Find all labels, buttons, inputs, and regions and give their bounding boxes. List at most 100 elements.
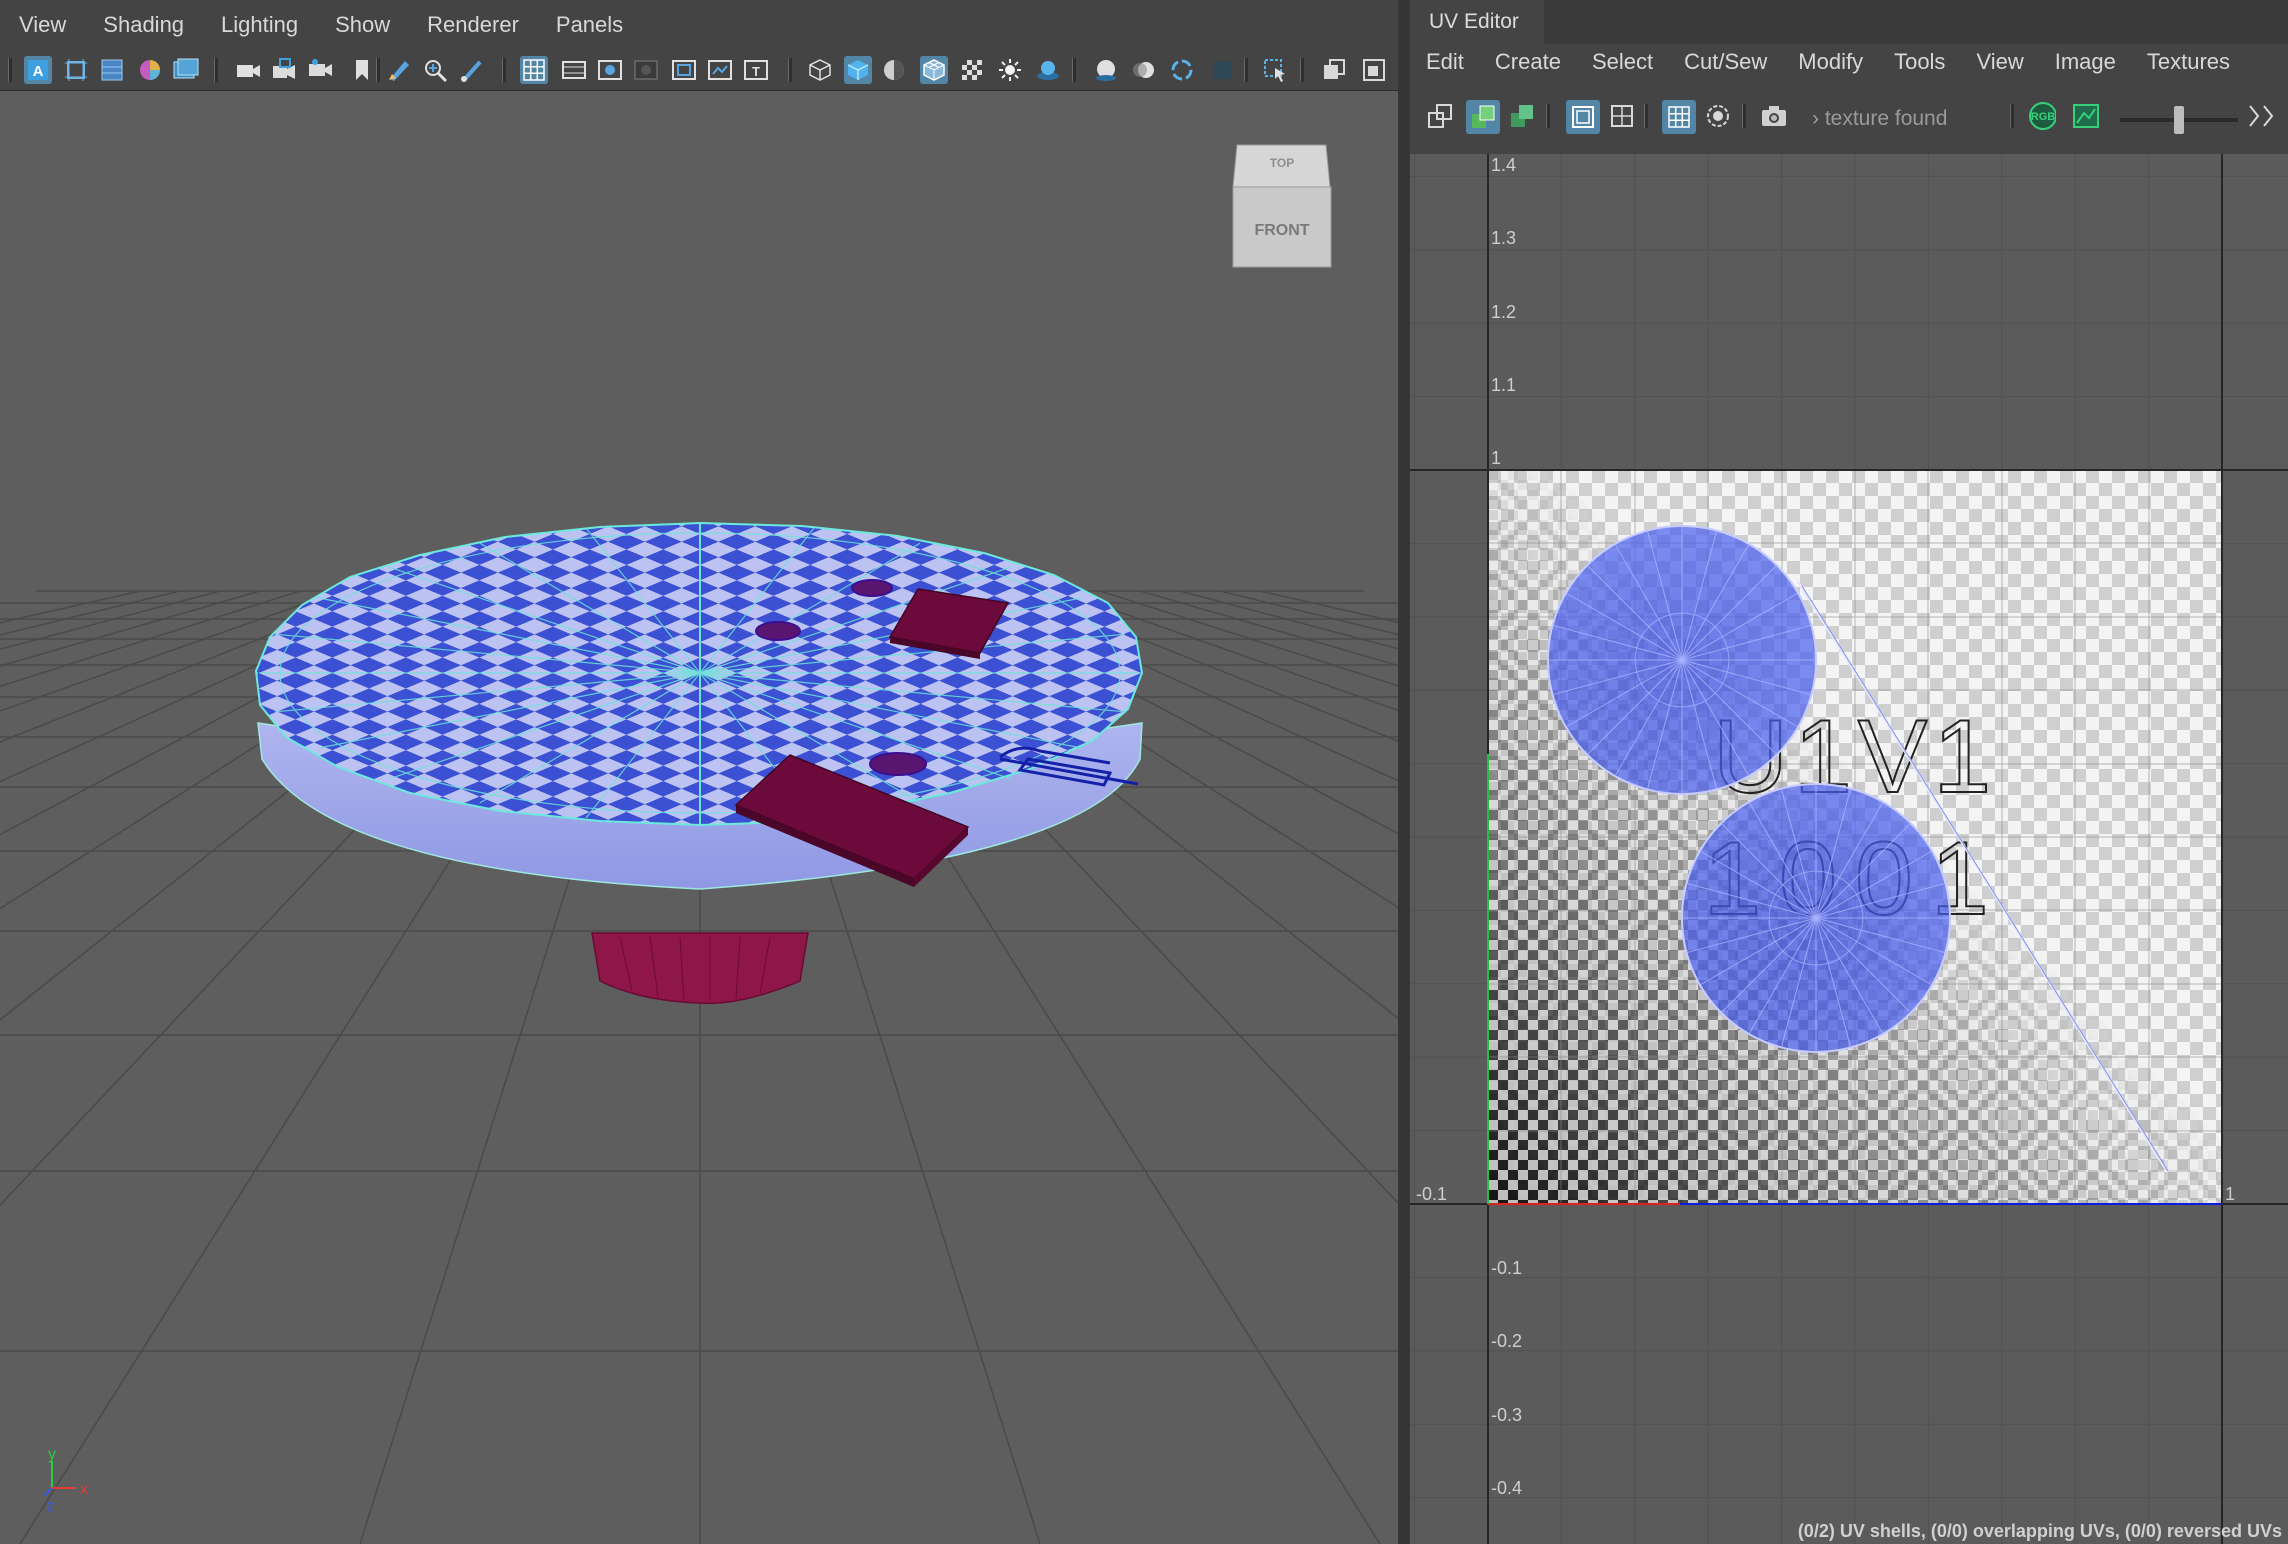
safe-action-icon[interactable] <box>706 56 734 84</box>
viewport-toolbar: A T <box>0 50 1398 91</box>
motion-blur-icon[interactable] <box>1130 56 1158 84</box>
smooth-shade-icon[interactable] <box>844 56 872 84</box>
default-material-icon[interactable] <box>880 56 908 84</box>
menu-lighting[interactable]: Lighting <box>202 0 316 50</box>
uv-editor-menubar: Edit Create Select Cut/Sew Modify Tools … <box>1410 44 2288 80</box>
view-cube[interactable]: TOP FRONT <box>1232 144 1332 268</box>
uv-menu-modify[interactable]: Modify <box>1782 44 1878 80</box>
isolate-select-icon[interactable] <box>1262 56 1290 84</box>
toolbar-separator <box>8 58 12 82</box>
texture-name-field[interactable]: › texture found <box>1812 104 1947 134</box>
textured-icon[interactable] <box>958 56 986 84</box>
toolbar-overflow-icon[interactable] <box>2246 102 2280 130</box>
uv-shaded-icon[interactable] <box>1466 100 1500 134</box>
panel-splitter[interactable] <box>1398 0 1410 1544</box>
uv-menu-image[interactable]: Image <box>2039 44 2131 80</box>
field-chart-icon[interactable] <box>670 56 698 84</box>
wireframe-icon[interactable] <box>806 56 834 84</box>
grid-frame-icon[interactable] <box>98 56 126 84</box>
depth-of-field-icon[interactable] <box>1208 56 1236 84</box>
image-plane-icon[interactable] <box>172 56 200 84</box>
rgb-label: RGB <box>2031 111 2056 123</box>
safe-title-icon[interactable]: T <box>742 56 770 84</box>
exposure-icon[interactable] <box>2072 102 2100 130</box>
v-label-1: 1 <box>1491 448 1501 468</box>
toolbar-separator <box>1072 58 1076 82</box>
uv-menu-edit[interactable]: Edit <box>1410 44 1479 80</box>
anti-aliasing-icon[interactable] <box>1168 56 1196 84</box>
film-gate-icon[interactable] <box>560 56 588 84</box>
v-label-1-3: 1.3 <box>1491 228 1516 248</box>
axis-y-label: y <box>48 1446 56 1463</box>
v-label-1-4: 1.4 <box>1491 155 1516 175</box>
grid-toggle-icon[interactable] <box>520 56 548 84</box>
camera-attributes-icon[interactable] <box>306 56 334 84</box>
shadows-icon[interactable] <box>1034 56 1062 84</box>
menu-panels[interactable]: Panels <box>537 0 641 50</box>
uv-shell-border-icon[interactable] <box>1426 102 1454 130</box>
viewport-3d-canvas[interactable]: TOP FRONT y x z <box>0 91 1398 1544</box>
toolbar-separator <box>1300 58 1304 82</box>
menu-renderer[interactable]: Renderer <box>408 0 537 50</box>
menu-shading[interactable]: Shading <box>84 0 202 50</box>
gate-mask-icon[interactable] <box>632 56 660 84</box>
svg-text:T: T <box>752 64 760 79</box>
uv-snap-grid-icon[interactable] <box>1608 102 1636 130</box>
lock-camera-icon[interactable] <box>270 56 298 84</box>
menu-show[interactable]: Show <box>316 0 408 50</box>
toolbar-separator <box>788 58 792 82</box>
use-all-lights-icon[interactable] <box>996 56 1024 84</box>
view-cube-front-label: FRONT <box>1254 222 1309 239</box>
v-label-1-1: 1.1 <box>1491 375 1516 395</box>
viewport-panel[interactable]: View Shading Lighting Show Renderer Pane… <box>0 0 1398 1544</box>
table-hole-2 <box>755 621 801 641</box>
toolbar-separator <box>214 58 218 82</box>
uv-menu-create[interactable]: Create <box>1479 44 1576 80</box>
2d-pan-zoom-icon[interactable] <box>422 56 450 84</box>
uv-menu-view[interactable]: View <box>1960 44 2038 80</box>
uv-distortion-icon[interactable] <box>1508 102 1536 130</box>
uv-menu-cut-sew[interactable]: Cut/Sew <box>1668 44 1782 80</box>
toolbar-separator <box>376 58 380 82</box>
table-hole-3 <box>869 752 927 776</box>
uv-pixel-snap-icon[interactable] <box>1704 102 1732 130</box>
axis-z-label: z <box>46 1498 54 1515</box>
ambient-occlusion-icon[interactable] <box>1092 56 1120 84</box>
uv-editor-toolbar: › texture found RGB <box>1410 80 2288 155</box>
u-label-1: 1 <box>2225 1184 2235 1204</box>
bookmark-icon[interactable] <box>348 56 376 84</box>
rgb-channel-icon[interactable]: RGB <box>2028 102 2056 130</box>
image-camera-icon[interactable] <box>1760 102 1788 130</box>
uv-editor-title[interactable]: UV Editor <box>1410 0 1544 44</box>
resolution-gate-icon[interactable] <box>596 56 624 84</box>
v-label-neg-0-2: -0.2 <box>1491 1331 1522 1351</box>
axis-x-label: x <box>80 1481 88 1498</box>
paint-brush-icon[interactable] <box>458 56 486 84</box>
uv-editor-canvas[interactable]: U1V1 1001 1.4 1.3 1.2 1.1 1 -0.1 1 -0.1 … <box>1410 154 2288 1544</box>
svg-text:A: A <box>33 63 44 80</box>
frame-selection-icon[interactable] <box>62 56 90 84</box>
v-label-neg-0-4: -0.4 <box>1491 1478 1522 1498</box>
menu-view[interactable]: View <box>0 0 84 50</box>
wireframe-on-shaded-icon[interactable] <box>920 56 948 84</box>
uv-editor-panel[interactable]: UV Editor Edit Create Select Cut/Sew Mod… <box>1410 0 2288 1544</box>
toolbar-separator <box>1644 104 1648 128</box>
camera-icon[interactable] <box>234 56 262 84</box>
uv-menu-select[interactable]: Select <box>1576 44 1668 80</box>
uv-shell-1[interactable] <box>1547 525 1817 795</box>
color-wheel-icon[interactable] <box>136 56 164 84</box>
grease-pencil-icon[interactable] <box>386 56 414 84</box>
xray-icon[interactable] <box>1320 56 1348 84</box>
select-all-icon[interactable]: A <box>24 56 52 84</box>
toolbar-separator <box>1244 58 1248 82</box>
uv-status-bar: (0/2) UV shells, (0/0) overlapping UVs, … <box>1797 1521 2282 1541</box>
exposure-slider-handle[interactable] <box>2174 106 2184 134</box>
uv-menu-textures[interactable]: Textures <box>2131 44 2245 80</box>
v-label-neg-0-3: -0.3 <box>1491 1405 1522 1425</box>
v-label-1-2: 1.2 <box>1491 302 1516 322</box>
xray-joints-icon[interactable] <box>1360 56 1388 84</box>
uv-checker-grid-icon[interactable] <box>1662 100 1696 134</box>
uv-menu-tools[interactable]: Tools <box>1878 44 1960 80</box>
uv-shell-2[interactable] <box>1681 783 1951 1053</box>
uv-grid-display-icon[interactable] <box>1566 100 1600 134</box>
